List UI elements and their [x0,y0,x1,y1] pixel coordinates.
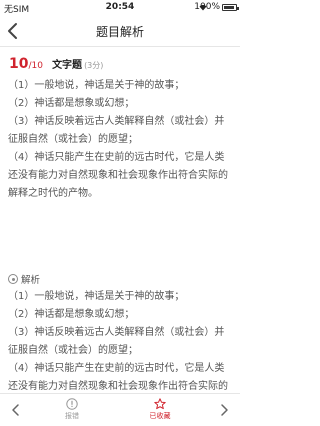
nav-bar: 题目解析 [0,15,240,47]
battery-icon [222,4,239,11]
report-error-label: 报错 [65,412,79,420]
question-number: 10 [9,56,29,72]
answer-text: （1）一般地说，神话是关于神的故事； （2）神话都是想象或幻想； （3）神话反映… [8,80,228,199]
analysis-heading: 解析 [8,272,40,286]
report-icon [66,398,78,410]
previous-question-icon[interactable] [10,403,22,417]
battery-percent: 100% [194,2,220,12]
next-question-icon[interactable] [218,403,230,417]
favorite-button[interactable]: 已收藏 [140,398,180,426]
analysis-title: 解析 [21,275,41,286]
star-icon [154,398,166,410]
question-type: 文字题 [52,60,83,71]
question-score: (3分) [84,61,104,70]
question-total: /10 [28,61,43,71]
page-title: 题目解析 [95,25,144,39]
bottom-toolbar: 报错 已收藏 [0,393,240,426]
favorite-label: 已收藏 [149,412,171,420]
status-bar: 无SIM 20:54 100% [0,0,240,15]
question-header: 10/10 文字题 (3分) [9,53,104,72]
analysis-icon [8,274,18,284]
report-error-button[interactable]: 报错 [52,398,92,426]
